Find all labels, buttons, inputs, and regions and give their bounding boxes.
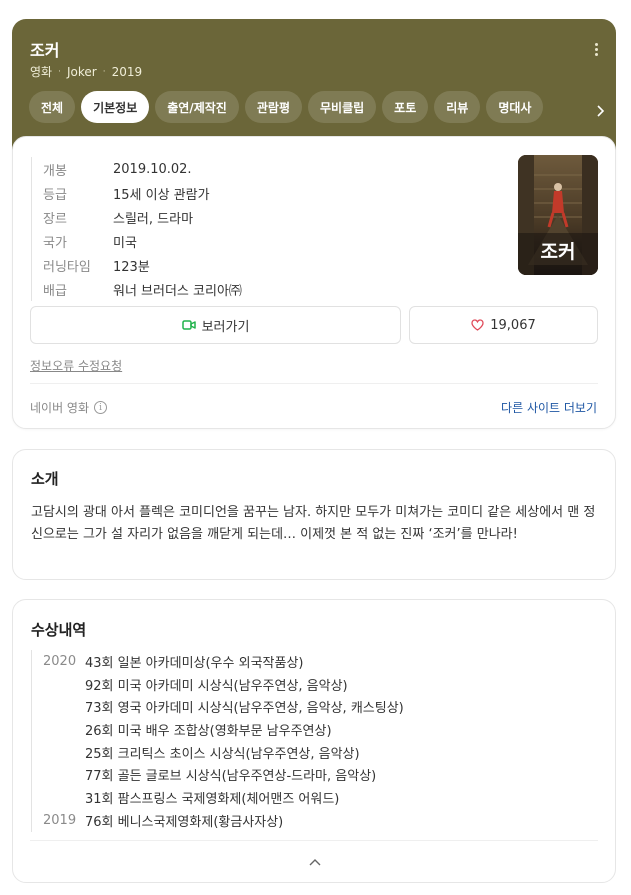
separator-dot: · [58,66,61,77]
award-text: 25회 크리틱스 초이스 시상식(남우주연상, 음악상) [85,746,360,762]
info-row-country: 국가 미국 [43,229,242,253]
poster-title: 조커 [540,241,576,263]
award-text: 76회 베니스국제영화제(황금사자상) [85,814,284,830]
info-list: 개봉 2019.10.02. 등급 15세 이상 관람가 장르 스릴러, 드라마… [31,157,242,301]
other-sites-link[interactable]: 다른 사이트 더보기 [501,399,597,416]
award-text: 43회 일본 아카데미상(우수 외국작품상) [85,655,304,671]
info-row-distributor: 배급 워너 브러더스 코리아㈜ [43,277,242,301]
info-value: 15세 이상 관람가 [113,187,210,203]
info-row-release: 개봉 2019.10.02. [43,157,242,181]
award-year: 2019 [43,812,77,828]
award-row: 2019 76회 베니스국제영화제(황금사자상) [43,809,404,832]
tab-cast-crew[interactable]: 출연/제작진 [155,91,239,123]
tab-basic-info[interactable]: 기본정보 [81,91,150,123]
info-label: 러닝타임 [43,259,91,275]
tab-ratings[interactable]: 관람평 [244,91,302,123]
info-label: 등급 [43,187,67,203]
info-label: 배급 [43,283,67,299]
tab-reviews[interactable]: 리뷰 [434,91,481,123]
action-buttons: 보러가기 19,067 [30,306,598,344]
source-text: 네이버 영화 [30,401,90,415]
divider [30,383,598,384]
like-count: 19,067 [490,317,536,333]
source-label: 네이버 영화 i [30,399,108,416]
movie-meta: 영화 · Joker · 2019 [30,63,142,80]
award-row: 77회 골든 글로브 시상식(남우주연상-드라마, 음악상) [43,763,404,786]
award-row: 92회 미국 아카데미 시상식(남우주연상, 음악상) [43,673,404,696]
info-value: 스릴러, 드라마 [113,211,194,227]
movie-title: 조커 [30,41,60,60]
intro-card: 소개 고담시의 광대 아서 플렉은 코미디언을 꿈꾸는 남자. 하지만 모두가 … [12,449,616,580]
info-value: 미국 [113,235,137,251]
separator-dot: · [102,66,106,77]
info-row-genre: 장르 스릴러, 드라마 [43,205,242,229]
tab-movie-clips[interactable]: 무비클립 [307,91,377,123]
like-button[interactable]: 19,067 [409,306,598,344]
report-error-link[interactable]: 정보오류 수정요청 [30,357,122,374]
info-value: 워너 브러더스 코리아㈜ [113,283,242,299]
info-label: 개봉 [43,163,67,179]
award-row: 73회 영국 아카데미 시상식(남우주연상, 음악상, 캐스팅상) [43,695,404,718]
movie-poster[interactable]: 조커 [518,155,598,275]
info-value: 2019.10.02. [113,161,192,177]
award-row: 31회 팜스프링스 국제영화제(체어맨즈 어워드) [43,786,404,809]
info-row-runtime: 러닝타임 123분 [43,253,242,277]
awards-card: 수상내역 2020 43회 일본 아카데미상(우수 외국작품상) 92회 미국 … [12,599,616,883]
award-row: 2020 43회 일본 아카데미상(우수 외국작품상) [43,650,404,673]
watch-button-label: 보러가기 [201,319,250,335]
tab-bar: 전체 기본정보 출연/제작진 관람평 무비클립 포토 리뷰 명대사 [29,91,609,123]
award-text: 77회 골든 글로브 시상식(남우주연상-드라마, 음악상) [85,769,377,785]
info-row-rating: 등급 15세 이상 관람가 [43,181,242,205]
award-row: 25회 크리틱스 초이스 시상식(남우주연상, 음악상) [43,741,404,764]
award-text: 73회 영국 아카데미 시상식(남우주연상, 음악상, 캐스팅상) [85,701,404,717]
divider [30,840,598,841]
tab-photos[interactable]: 포토 [382,91,429,123]
tab-quotes[interactable]: 명대사 [486,91,544,123]
info-label: 국가 [43,235,67,251]
chevron-up-icon[interactable] [305,854,325,870]
chevron-right-icon[interactable] [592,103,608,119]
more-options-icon[interactable] [588,39,604,59]
award-text: 31회 팜스프링스 국제영화제(체어맨즈 어워드) [85,791,340,807]
info-value: 123분 [113,259,150,275]
heart-icon [471,319,484,331]
meta-year: 2019 [111,64,143,79]
video-camera-icon [181,320,196,330]
award-row: 26회 미국 배우 조합상(영화부문 남우주연상) [43,718,404,741]
award-text: 92회 미국 아카데미 시상식(남우주연상, 음악상) [85,678,348,694]
award-year: 2020 [43,653,77,669]
intro-text: 고담시의 광대 아서 플렉은 코미디언을 꿈꾸는 남자. 하지만 모두가 미쳐가… [31,505,596,542]
basic-info-card: 개봉 2019.10.02. 등급 15세 이상 관람가 장르 스릴러, 드라마… [12,136,616,429]
awards-list: 2020 43회 일본 아카데미상(우수 외국작품상) 92회 미국 아카데미 … [31,650,404,832]
info-circle-icon[interactable]: i [94,401,108,414]
meta-category: 영화 [30,65,53,79]
award-text: 26회 미국 배우 조합상(영화부문 남우주연상) [85,723,332,739]
awards-title: 수상내역 [31,621,87,639]
meta-original-title: Joker [66,64,97,79]
tab-all[interactable]: 전체 [29,91,76,123]
info-label: 장르 [43,211,67,227]
watch-button[interactable]: 보러가기 [30,306,401,344]
intro-title: 소개 [31,470,59,488]
